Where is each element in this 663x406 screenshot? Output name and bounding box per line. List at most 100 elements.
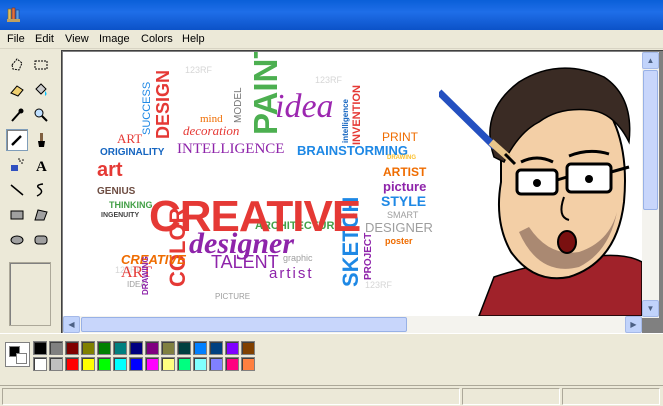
select-icon <box>34 60 48 70</box>
rounded-rectangle-icon <box>34 235 48 245</box>
curve-tool[interactable] <box>30 179 52 201</box>
free-form-select-icon <box>11 58 23 71</box>
word-genius: GENIUS <box>97 186 136 197</box>
word-designer-small: DESIGNER <box>365 220 433 235</box>
word-originality: ORIGINALITY <box>100 147 165 158</box>
word-invention: INVENTION <box>351 85 363 145</box>
menu-file[interactable]: File <box>7 33 25 45</box>
eraser-icon <box>10 85 24 97</box>
palette-swatch[interactable] <box>65 341 79 355</box>
palette-swatch[interactable] <box>193 341 207 355</box>
palette-swatch[interactable] <box>129 357 143 371</box>
word-model: MODEL <box>233 87 244 123</box>
palette-swatch[interactable] <box>241 357 255 371</box>
palette-swatch[interactable] <box>65 357 79 371</box>
word-success: SUCCESS <box>141 81 153 135</box>
palette-swatch[interactable] <box>49 357 63 371</box>
scroll-up-button[interactable]: ▲ <box>642 52 659 69</box>
palette-swatch[interactable] <box>97 357 111 371</box>
palette-swatch[interactable] <box>161 357 175 371</box>
pencil-tool[interactable] <box>6 129 28 151</box>
menu-colors[interactable]: Colors <box>141 33 173 45</box>
brush-tool[interactable] <box>30 129 52 151</box>
text-tool[interactable]: A <box>30 154 52 176</box>
text-icon: A <box>36 159 47 173</box>
word-style: STYLE <box>381 193 427 209</box>
pick-color-tool[interactable] <box>6 104 28 126</box>
polygon-tool[interactable] <box>30 204 52 226</box>
cartoon-portrait-image <box>436 52 642 316</box>
word-art: ART <box>117 131 143 146</box>
palette-swatch[interactable] <box>81 341 95 355</box>
horizontal-scrollbar[interactable]: ◀ ▶ <box>63 316 642 333</box>
ellipse-tool[interactable] <box>6 229 28 251</box>
palette-swatch[interactable] <box>33 357 47 371</box>
word-art-big: art <box>97 159 123 181</box>
free-form-select-tool[interactable] <box>6 54 28 76</box>
word-picture: picture <box>383 179 427 194</box>
arrow-down-icon: ▼ <box>646 304 655 313</box>
scroll-down-button[interactable]: ▼ <box>642 300 659 317</box>
status-bar <box>0 385 663 406</box>
tool-options-box[interactable] <box>9 262 51 326</box>
line-tool[interactable] <box>6 179 28 201</box>
vertical-scrollbar[interactable]: ▲ ▼ <box>642 52 659 318</box>
fill-tool[interactable] <box>30 79 52 101</box>
word-mind: mind <box>200 113 223 125</box>
word-artist-lower: artist <box>269 265 314 282</box>
palette-swatch[interactable] <box>97 341 111 355</box>
eraser-tool[interactable] <box>6 79 28 101</box>
horizontal-scroll-thumb[interactable] <box>81 317 407 332</box>
palette-swatch[interactable] <box>241 341 255 355</box>
vertical-scroll-thumb[interactable] <box>643 70 658 210</box>
scroll-right-button[interactable]: ▶ <box>625 316 642 333</box>
drawing-canvas[interactable]: 123RF 123RF 123RF 123RF PAINT idea BRAIN… <box>63 52 642 316</box>
status-message <box>2 388 460 405</box>
palette-swatch[interactable] <box>209 341 223 355</box>
palette-swatch[interactable] <box>113 341 127 355</box>
word-thinking: THINKING <box>109 200 153 210</box>
palette-swatch[interactable] <box>33 341 47 355</box>
airbrush-tool[interactable] <box>6 154 28 176</box>
palette-swatch[interactable] <box>113 357 127 371</box>
palette-swatch[interactable] <box>225 341 239 355</box>
palette-swatch[interactable] <box>145 341 159 355</box>
menu-help[interactable]: Help <box>182 33 205 45</box>
cartoon-portrait <box>436 52 642 316</box>
palette-swatch[interactable] <box>161 341 175 355</box>
palette-swatch[interactable] <box>129 341 143 355</box>
select-tool[interactable] <box>30 54 52 76</box>
magnifier-tool[interactable] <box>30 104 52 126</box>
brush-icon <box>38 133 45 147</box>
palette-swatch[interactable] <box>225 357 239 371</box>
palette-swatch[interactable] <box>177 357 191 371</box>
menu-image[interactable]: Image <box>99 33 130 45</box>
rectangle-icon <box>10 210 24 220</box>
arrow-right-icon: ▶ <box>630 320 637 329</box>
watermark: 123RF <box>365 280 393 290</box>
palette-swatch[interactable] <box>193 357 207 371</box>
word-idea: idea <box>275 88 334 125</box>
word-design: DESIGN <box>153 69 173 139</box>
scroll-left-button[interactable]: ◀ <box>63 316 80 333</box>
watermark: 123RF <box>185 65 213 75</box>
palette-swatch[interactable] <box>49 341 63 355</box>
current-colors-indicator <box>5 342 30 367</box>
word-artist: ARTIST <box>383 165 427 179</box>
line-icon <box>10 184 24 196</box>
palette-swatch[interactable] <box>209 357 223 371</box>
word-print: PRINT <box>382 130 418 144</box>
status-coordinates <box>462 388 560 405</box>
eyedropper-icon <box>11 108 24 122</box>
pencil-icon <box>11 135 22 146</box>
menu-view[interactable]: View <box>65 33 89 45</box>
word-poster: poster <box>385 236 413 246</box>
palette-swatch[interactable] <box>81 357 95 371</box>
rounded-rectangle-tool[interactable] <box>30 229 52 251</box>
rectangle-tool[interactable] <box>6 204 28 226</box>
word-decoration: decoration <box>183 123 240 138</box>
arrow-left-icon: ◀ <box>68 320 75 329</box>
menu-edit[interactable]: Edit <box>35 33 54 45</box>
palette-swatch[interactable] <box>177 341 191 355</box>
palette-swatch[interactable] <box>145 357 159 371</box>
